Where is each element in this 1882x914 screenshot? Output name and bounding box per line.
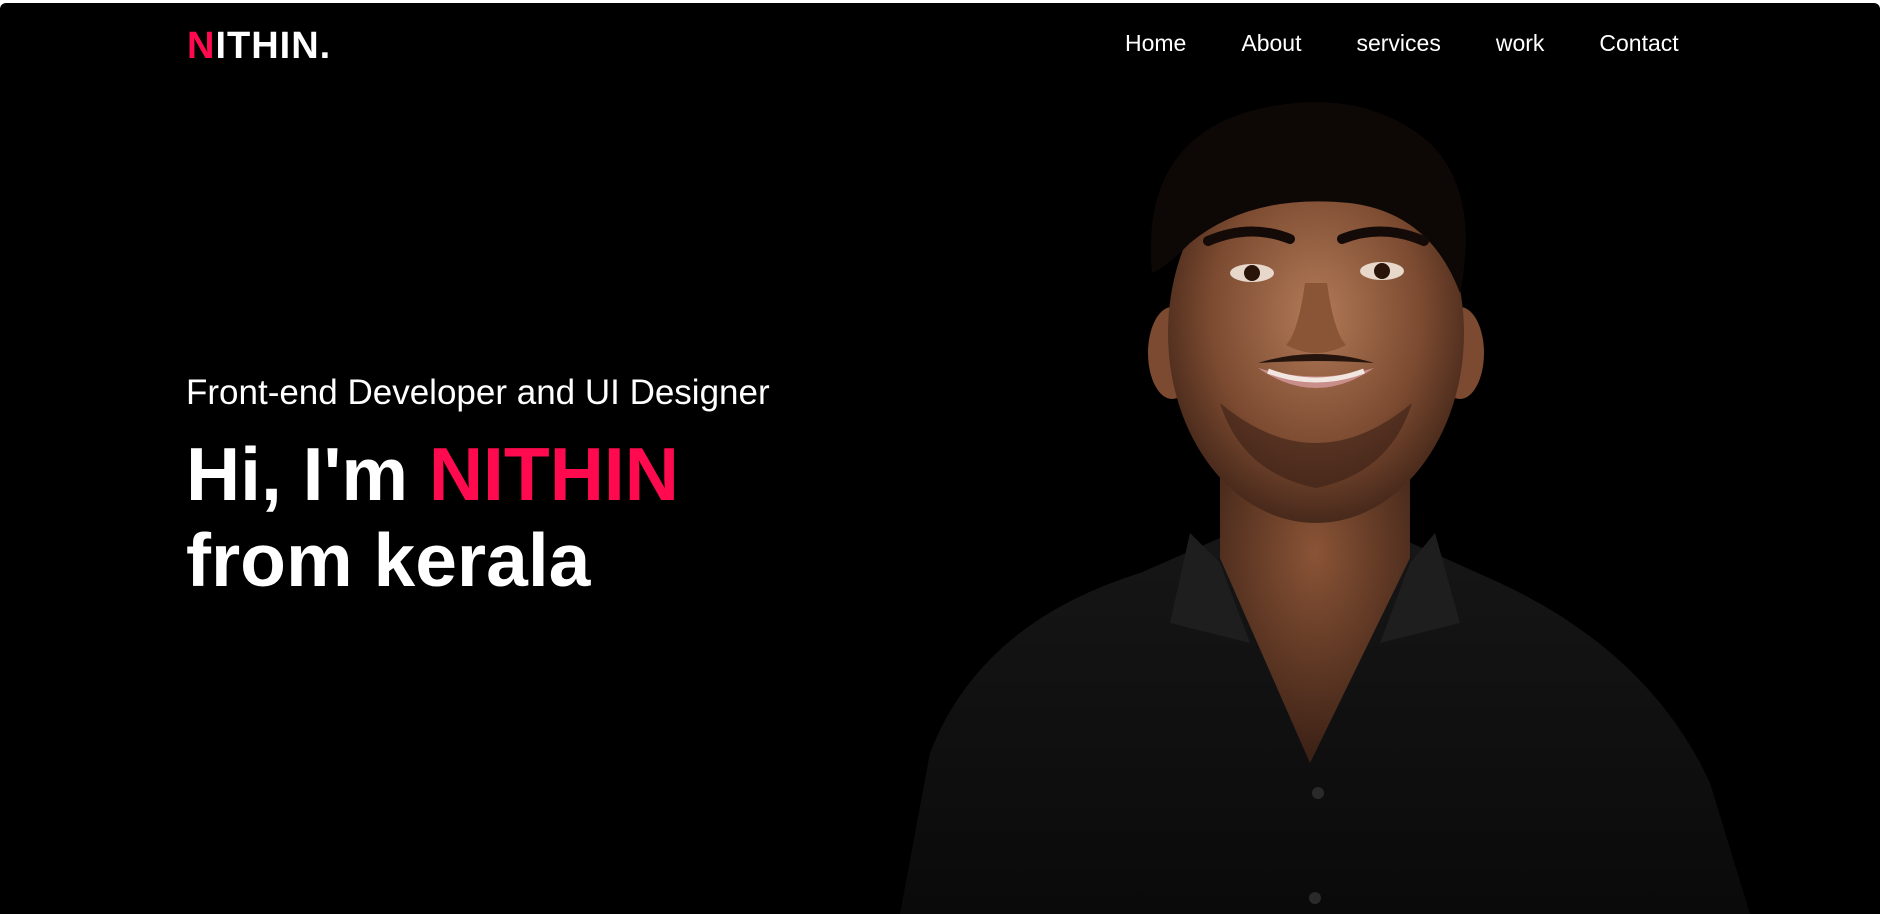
hero-line2: from kerala xyxy=(186,518,591,602)
logo-accent-letter: N xyxy=(187,25,216,67)
logo-text: ITHIN. xyxy=(215,25,332,67)
hero-greeting: Hi, I'm xyxy=(186,432,409,516)
page-frame: NITHIN. Home About services work Contact… xyxy=(0,3,1880,914)
nav-link-services[interactable]: services xyxy=(1356,27,1440,59)
nav-links: Home About services work Contact xyxy=(1125,27,1734,59)
nav-link-about[interactable]: About xyxy=(1241,27,1301,59)
nav-link-home[interactable]: Home xyxy=(1125,27,1186,59)
hero-subtitle: Front-end Developer and UI Designer xyxy=(186,373,770,412)
site-logo[interactable]: NITHIN. xyxy=(187,23,331,69)
portrait-photo xyxy=(900,102,1750,914)
nav-link-contact[interactable]: Contact xyxy=(1599,27,1678,59)
nav-link-work[interactable]: work xyxy=(1496,27,1545,59)
hero-headline: Hi, I'm NITHIN from kerala xyxy=(186,431,770,603)
hero-name: NITHIN xyxy=(428,432,679,516)
hero-section: Front-end Developer and UI Designer Hi, … xyxy=(186,371,770,603)
